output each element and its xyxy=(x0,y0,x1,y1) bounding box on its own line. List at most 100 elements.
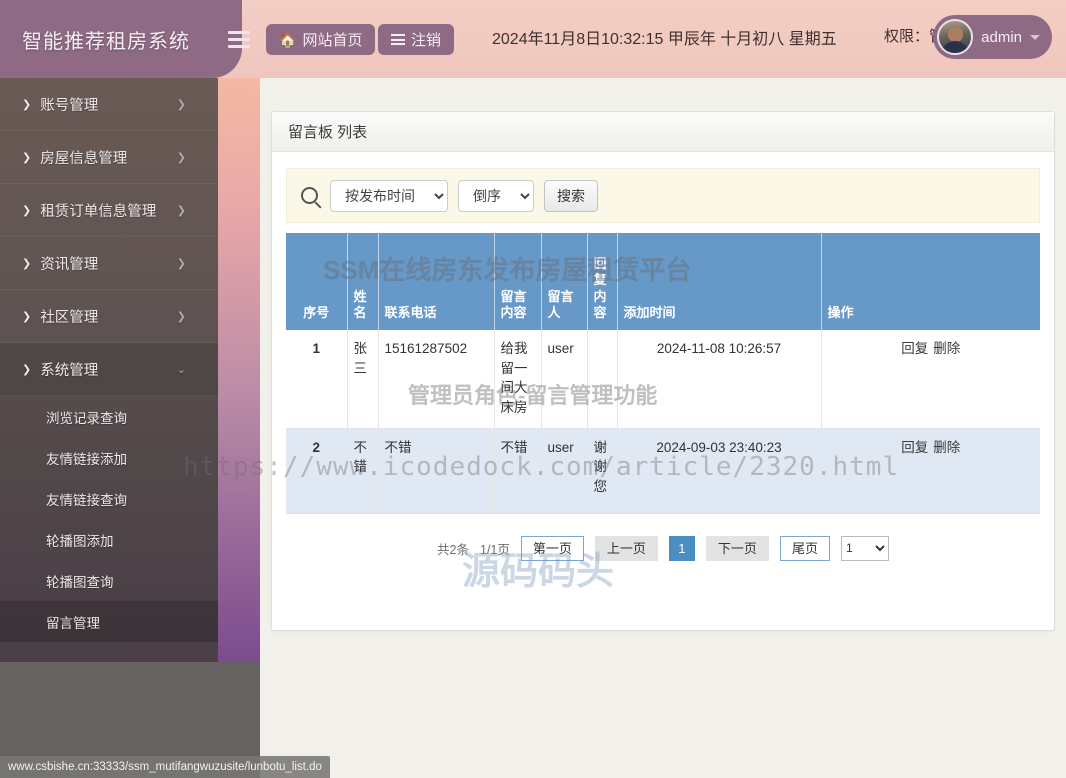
chevron-down-icon: ⌄ xyxy=(176,363,186,376)
sidebar-item-label: 房屋信息管理 xyxy=(40,150,128,167)
cell-name: 不错 xyxy=(347,428,379,514)
chevron-right-icon: ❯ xyxy=(176,257,186,270)
search-button[interactable]: 搜索 xyxy=(544,179,598,212)
hamburger-icon[interactable] xyxy=(228,26,250,52)
sidebar-subitem-5[interactable]: 留言管理 xyxy=(0,601,218,642)
chevron-right-icon: ❯ xyxy=(176,204,186,217)
sidebar-item-label: 租赁订单信息管理 xyxy=(40,203,157,220)
sidebar-subitem-1[interactable]: 友情链接添加 xyxy=(0,437,218,478)
home-icon: 🏠 xyxy=(279,31,297,48)
cell-seq: 1 xyxy=(286,330,348,429)
pagination-first[interactable]: 第一页 xyxy=(520,535,584,561)
cell-message: 给我留一间大床房 xyxy=(494,330,542,429)
reply-action[interactable]: 回复 xyxy=(901,440,928,455)
pagination-last[interactable]: 尾页 xyxy=(779,535,830,561)
chevron-right-icon: ❯ xyxy=(176,310,186,323)
avatar xyxy=(937,19,974,55)
pagination-page-info: 1/1页 xyxy=(480,542,510,557)
chevron-right-icon: ❯ xyxy=(22,204,32,217)
chevron-right-icon: ❯ xyxy=(22,363,32,376)
messages-table: 序号 姓名 联系电话 留言内容 留言人 回复内容 添加时间 操作 1 张三 15161287502… xyxy=(286,233,1040,514)
table-column-header-2: 联系电话 xyxy=(378,233,495,330)
sidebar-subitem-label: 轮播图查询 xyxy=(46,574,114,590)
sidebar-subitem-2[interactable]: 友情链接查询 xyxy=(0,478,218,519)
chevron-right-icon: ❯ xyxy=(22,257,32,270)
sidebar-subitem-4[interactable]: 轮播图查询 xyxy=(0,560,218,601)
cell-message: 不错 xyxy=(494,428,542,514)
home-button[interactable]: 🏠 网站首页 xyxy=(266,24,376,55)
pagination-jump-select[interactable]: 1 xyxy=(840,535,889,561)
sidebar-item-3[interactable]: ❯ 资讯管理 ❯ xyxy=(0,237,218,290)
app-root: ❯ 账号管理 ❯ ❯ 房屋信息管理 ❯ ❯ 租赁订单信息管理 ❯ ❯ 资讯管理 ❯ ❯ 社区管理 ❯ ❯ 系统管… xyxy=(0,0,1066,778)
chevron-right-icon: ❯ xyxy=(22,98,32,111)
delete-action[interactable]: 删除 xyxy=(933,341,960,356)
table-column-header-4: 留言人 xyxy=(541,233,588,330)
sidebar-item-label: 系统管理 xyxy=(40,362,99,379)
main-content: 留言板 列表 按发布时间 倒序正序 搜索 xyxy=(260,78,1066,778)
sidebar-item-label: 资讯管理 xyxy=(40,256,99,273)
sidebar-item-2[interactable]: ❯ 租赁订单信息管理 ❯ xyxy=(0,184,218,237)
datetime-display: 2024年11月8日10:32:15 甲辰年 十月初八 星期五 xyxy=(492,31,837,48)
sidebar-item-4[interactable]: ❯ 社区管理 ❯ xyxy=(0,290,218,343)
sidebar-gradient-strip xyxy=(218,78,260,662)
table-column-header-3: 留言内容 xyxy=(494,233,542,330)
status-bar-url: www.csbishe.cn:33333/ssm_mutifangwuzusit… xyxy=(0,756,330,778)
table-row: 1 张三 15161287502 给我留一间大床房 user 2024-11-08 10:… xyxy=(286,330,1040,429)
sidebar-subitem-label: 浏览记录查询 xyxy=(46,410,127,426)
delete-action[interactable]: 删除 xyxy=(933,440,960,455)
table-header-row: 序号 姓名 联系电话 留言内容 留言人 回复内容 添加时间 操作 xyxy=(286,233,1040,330)
pagination: 共2条 1/1页 第一页 上一页 1 下一页 尾页 1 xyxy=(286,535,1040,561)
chevron-right-icon: ❯ xyxy=(176,151,186,164)
sidebar-subitem-label: 友情链接查询 xyxy=(46,492,127,508)
page-title: 留言板 列表 xyxy=(288,124,368,141)
sidebar-subitem-label: 友情链接添加 xyxy=(46,451,127,467)
chevron-right-icon: ❯ xyxy=(22,310,32,323)
table-column-header-1: 姓名 xyxy=(347,233,379,330)
cell-phone: 不错 xyxy=(378,428,495,514)
reply-action[interactable]: 回复 xyxy=(901,341,928,356)
chevron-down-icon xyxy=(1030,34,1040,40)
sidebar-item-0[interactable]: ❯ 账号管理 ❯ xyxy=(0,78,218,131)
sidebar-subitem-label: 轮播图添加 xyxy=(46,533,114,549)
cell-phone: 15161287502 xyxy=(378,330,495,429)
panel-body: 按发布时间 倒序正序 搜索 序号姓名联系电话留言内容留言人回复内容添加时间操作 … xyxy=(272,152,1054,571)
sidebar-item-1[interactable]: ❯ 房屋信息管理 ❯ xyxy=(0,131,218,184)
pagination-next[interactable]: 下一页 xyxy=(705,535,769,561)
username-label: admin xyxy=(981,28,1022,46)
cell-actions: 回复 删除 xyxy=(821,428,1040,514)
logout-button-label: 注销 xyxy=(411,32,442,49)
sidebar-subitem-3[interactable]: 轮播图添加 xyxy=(0,519,218,560)
sidebar-menu: ❯ 账号管理 ❯ ❯ 房屋信息管理 ❯ ❯ 租赁订单信息管理 ❯ ❯ 资讯管理 ❯ ❯ 社区管理 ❯ ❯ 系统管… xyxy=(0,78,218,642)
sidebar-subitem-0[interactable]: 浏览记录查询 xyxy=(0,396,218,437)
cell-author: user xyxy=(541,428,588,514)
search-direction-select[interactable]: 倒序正序 xyxy=(458,179,534,212)
user-menu[interactable]: admin xyxy=(933,15,1052,59)
table-column-header-5: 回复内容 xyxy=(587,233,618,330)
logout-button[interactable]: 注销 xyxy=(378,24,455,55)
pagination-total: 共2条 xyxy=(437,542,469,557)
search-field-select[interactable]: 按发布时间 xyxy=(330,179,448,212)
cell-seq: 2 xyxy=(286,428,348,514)
table-row: 2 不错 不错 不错 user 谢谢您 2024-09-03 23:40:23 回复 删除 xyxy=(286,428,1040,514)
pagination-prev[interactable]: 上一页 xyxy=(594,535,658,561)
sidebar-subitem-label: 留言管理 xyxy=(46,615,100,631)
sidebar-item-label: 社区管理 xyxy=(40,309,99,326)
messages-panel: 留言板 列表 按发布时间 倒序正序 搜索 xyxy=(271,111,1055,631)
permission-label: 权限： xyxy=(884,28,930,45)
table-column-header-6: 添加时间 xyxy=(617,233,822,330)
home-button-label: 网站首页 xyxy=(302,32,363,49)
table-column-header-7: 操作 xyxy=(821,233,1040,330)
cell-time: 2024-11-08 10:26:57 xyxy=(617,330,822,429)
table-column-header-0: 序号 xyxy=(286,233,348,330)
cell-reply: 谢谢您 xyxy=(587,428,618,514)
search-toolbar: 按发布时间 倒序正序 搜索 xyxy=(286,168,1040,223)
pagination-current-page[interactable]: 1 xyxy=(668,535,695,561)
cell-name: 张三 xyxy=(347,330,379,429)
cell-actions: 回复 删除 xyxy=(821,330,1040,429)
cell-author: user xyxy=(541,330,588,429)
chevron-right-icon: ❯ xyxy=(176,98,186,111)
brand-logo: 智能推荐租房系统 xyxy=(0,0,242,78)
chevron-right-icon: ❯ xyxy=(22,151,32,164)
sidebar-submenu: 浏览记录查询 友情链接添加 友情链接查询 轮播图添加轮播图查询留言管理 xyxy=(0,396,218,642)
sidebar-item-5[interactable]: ❯ 系统管理 ⌄ xyxy=(0,343,218,396)
